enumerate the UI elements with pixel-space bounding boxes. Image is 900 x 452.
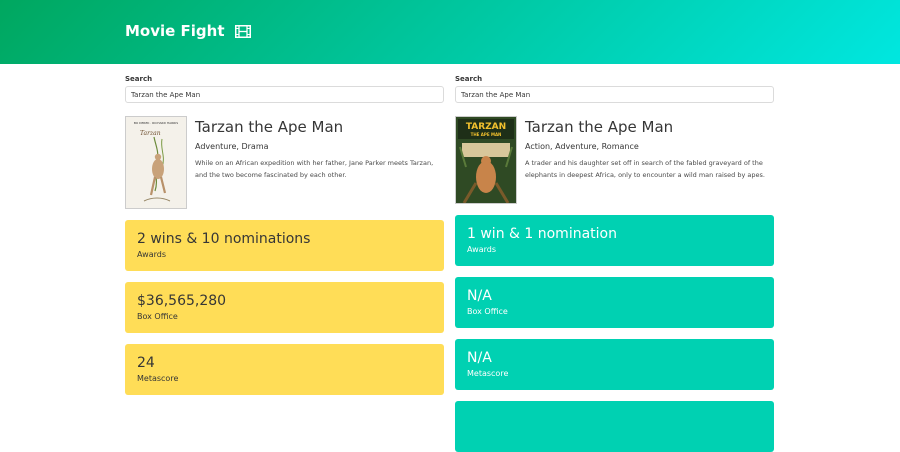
right-stat-box-office: N/A Box Office — [455, 277, 774, 328]
right-movie-info: Tarzan the Ape Man Action, Adventure, Ro… — [525, 116, 774, 204]
right-stat-label: Metascore — [467, 369, 509, 378]
right-movie-title: Tarzan the Ape Man — [525, 118, 674, 136]
left-poster-art: BO DEREK · RICHARD HARRIS Tarzan — [126, 117, 186, 208]
right-column: Search TARZAN THE APE MAN Tarzan the Ape… — [455, 72, 774, 452]
app-title: Movie Fight — [125, 22, 225, 40]
left-stat-awards: 2 wins & 10 nominations Awards — [125, 220, 444, 271]
right-stat-label: Awards — [467, 245, 496, 254]
app-brand: Movie Fight — [125, 22, 251, 40]
right-movie-plot: A trader and his daughter set off in sea… — [525, 159, 765, 179]
left-column: Search BO DEREK · RICHARD HARRIS Tarzan … — [125, 72, 444, 395]
left-movie-title: Tarzan the Ape Man — [195, 118, 344, 136]
right-stat-value: N/A — [467, 288, 492, 304]
right-stat-awards: 1 win & 1 nomination Awards — [455, 215, 774, 266]
left-search-label: Search — [125, 75, 153, 83]
left-stat-label: Metascore — [137, 374, 179, 383]
right-movie-summary: TARZAN THE APE MAN Tarzan the Ape Man Ac… — [455, 116, 774, 204]
left-movie-plot: While on an African expedition with her … — [195, 159, 434, 179]
left-search-input[interactable] — [125, 86, 444, 103]
right-search-label: Search — [455, 75, 483, 83]
left-stat-value: 24 — [137, 355, 155, 371]
left-stat-label: Box Office — [137, 312, 178, 321]
film-icon — [234, 24, 251, 38]
right-movie-poster: TARZAN THE APE MAN — [455, 116, 517, 204]
left-movie-summary: BO DEREK · RICHARD HARRIS Tarzan Tarzan … — [125, 116, 444, 209]
left-stat-value: $36,565,280 — [137, 293, 227, 309]
right-stat-value: N/A — [467, 350, 492, 366]
app-header: Movie Fight — [0, 0, 900, 64]
right-poster-subtitle: THE APE MAN — [471, 132, 502, 137]
left-poster-title: Tarzan — [140, 130, 161, 137]
right-stat-value: 1 win & 1 nomination — [467, 226, 617, 242]
left-stat-metascore: 24 Metascore — [125, 344, 444, 395]
left-stat-box-office: $36,565,280 Box Office — [125, 282, 444, 333]
left-stat-label: Awards — [137, 250, 166, 259]
left-stat-value: 2 wins & 10 nominations — [137, 231, 311, 247]
right-poster-art: TARZAN THE APE MAN — [456, 117, 516, 203]
left-movie-info: Tarzan the Ape Man Adventure, Drama Whil… — [195, 116, 444, 209]
right-search-input[interactable] — [455, 86, 774, 103]
left-poster-credits: BO DEREK · RICHARD HARRIS — [134, 121, 178, 125]
right-poster-title: TARZAN — [466, 122, 506, 132]
right-stat-next — [455, 401, 774, 452]
right-movie-genre: Action, Adventure, Romance — [525, 142, 639, 151]
left-movie-poster: BO DEREK · RICHARD HARRIS Tarzan — [125, 116, 187, 209]
right-stat-label: Box Office — [467, 307, 508, 316]
right-stat-metascore: N/A Metascore — [455, 339, 774, 390]
left-movie-genre: Adventure, Drama — [195, 142, 269, 151]
